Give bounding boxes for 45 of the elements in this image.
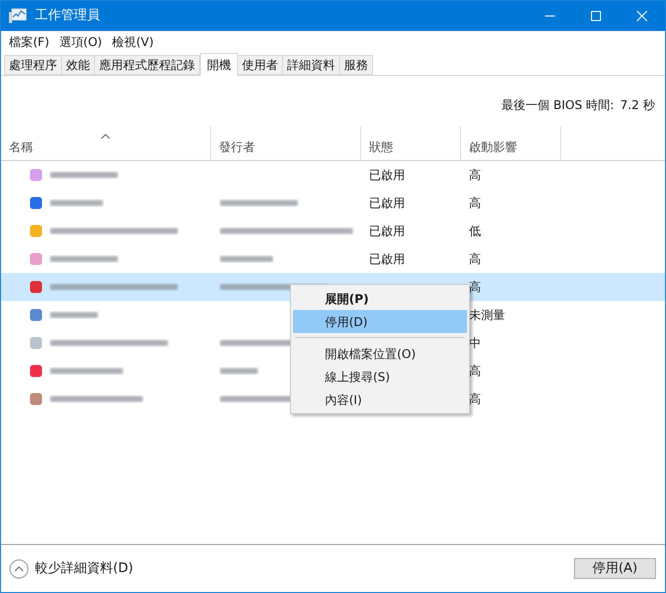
tab[interactable]: 處理程序	[4, 55, 62, 75]
collapse-chevron-icon[interactable]	[9, 558, 29, 578]
tab[interactable]: 使用者	[237, 55, 283, 75]
tab[interactable]: 服務	[339, 55, 373, 75]
column-header[interactable]: 啟動影響	[461, 126, 561, 160]
blurred-name	[49, 254, 119, 264]
fewer-details-link[interactable]: 較少詳細資料(D)	[35, 558, 134, 578]
tab[interactable]: 應用程式歷程記錄	[94, 55, 200, 75]
impact-text: 高	[469, 196, 481, 210]
blurred-name	[49, 198, 104, 208]
blurred-name	[49, 310, 99, 320]
column-header[interactable]: 發行者	[211, 126, 361, 160]
impact-text: 高	[469, 168, 481, 182]
menu-item[interactable]: 檢視(V)	[112, 33, 154, 51]
column-header[interactable]: 狀態	[361, 126, 461, 160]
blurred-publisher	[219, 254, 274, 264]
impact-text: 高	[469, 280, 481, 294]
impact-text: 低	[469, 224, 481, 238]
impact-text: 未測量	[469, 308, 505, 322]
context-menu-item[interactable]: 線上搜尋(S)	[293, 365, 467, 388]
status-text: 已啟用	[369, 252, 405, 266]
tab[interactable]: 開機	[200, 53, 238, 76]
column-header[interactable]: 名稱	[1, 126, 211, 160]
bios-time-label: 最後一個 BIOS 時間:	[502, 97, 614, 114]
sort-ascending-icon	[101, 134, 110, 139]
blurred-name	[49, 170, 119, 180]
tab[interactable]: 效能	[61, 55, 95, 75]
context-menu-item[interactable]: 內容(I)	[293, 388, 467, 411]
disable-button[interactable]: 停用(A)	[574, 558, 656, 579]
menu-item[interactable]: 檔案(F)	[9, 33, 50, 51]
window-title: 工作管理員	[35, 7, 100, 26]
context-menu-item[interactable]: 展開(P)	[293, 287, 467, 310]
status-text: 已啟用	[369, 196, 405, 210]
impact-text: 高	[469, 392, 481, 406]
tab[interactable]: 詳細資料	[282, 55, 340, 75]
bios-time-value: 7.2 秒	[620, 97, 655, 114]
context-menu-item[interactable]: 停用(D)	[293, 310, 467, 333]
context-menu-item[interactable]: 開啟檔案位置(O)	[293, 342, 467, 365]
impact-text: 高	[469, 364, 481, 378]
blurred-publisher	[219, 366, 259, 376]
monitor-chart-icon	[9, 8, 27, 24]
menu-item[interactable]: 選項(O)	[59, 33, 102, 51]
impact-text: 高	[469, 252, 481, 266]
status-text: 已啟用	[369, 224, 405, 238]
status-text: 已啟用	[369, 168, 405, 182]
